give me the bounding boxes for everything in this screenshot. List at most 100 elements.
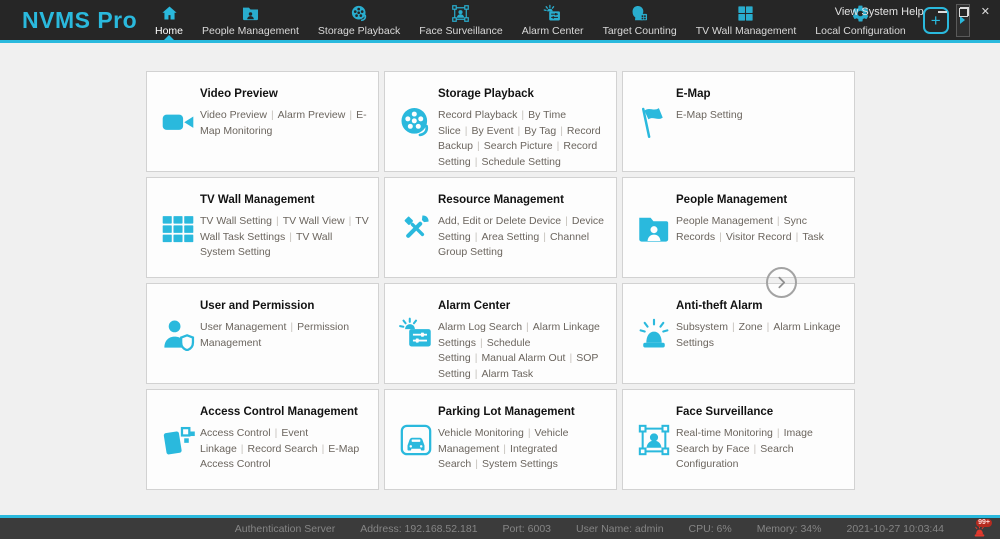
alarm-panel-icon [543, 4, 562, 23]
card-title: Access Control Management [200, 406, 370, 418]
tab-storage-playback-label: Storage Playback [318, 25, 400, 37]
chevron-right-icon [775, 276, 788, 289]
link-separator: | [528, 427, 531, 439]
card-link[interactable]: Real-time Monitoring [676, 427, 773, 439]
card-link[interactable]: Record Search [248, 443, 318, 455]
tab-face-surveillance-label: Face Surveillance [419, 25, 502, 37]
card-link[interactable]: TV Wall View [283, 215, 345, 227]
link-separator: | [475, 458, 478, 470]
card-link[interactable]: Visitor Record [726, 231, 792, 243]
link-separator: | [275, 427, 278, 439]
alarm-count-badge: 99+ [976, 519, 992, 527]
tab-tv-wall-management[interactable]: TV Wall Management [693, 4, 800, 37]
link-separator: | [475, 156, 478, 168]
card-link[interactable]: People Management [676, 215, 773, 227]
card-link[interactable]: Task [802, 231, 824, 243]
card-resource-management: Resource Management Add, Edit or Delete … [384, 177, 617, 278]
minimize-icon [938, 11, 947, 13]
card-title: Video Preview [200, 88, 370, 100]
link-separator: | [732, 321, 735, 333]
close-button[interactable]: ✕ [981, 7, 990, 18]
card-links: Access Control|Event Linkage|Record Sear… [200, 426, 370, 473]
alarm-notification-button[interactable]: 99+ [970, 519, 990, 539]
video-camera-icon [160, 104, 196, 140]
card-alarm-center: Alarm Center Alarm Log Search|Alarm Link… [384, 283, 617, 384]
card-link[interactable]: Vehicle Monitoring [438, 427, 524, 439]
card-link[interactable]: Add, Edit or Delete Device [438, 215, 561, 227]
card-link[interactable]: Email Settings [487, 383, 554, 384]
face-frame-icon [636, 422, 672, 458]
card-link[interactable]: Alarm Preview [278, 109, 346, 121]
link-separator: | [289, 231, 292, 243]
access-card-icon [160, 422, 196, 458]
nav-tabs: Home People Management Storage Playback … [152, 0, 909, 40]
window-controls: ✕ [938, 7, 990, 18]
siren-icon [636, 316, 672, 352]
card-link[interactable]: User Management [200, 321, 286, 333]
card-video-preview: Video Preview Video Preview |Alarm Previe… [146, 71, 379, 172]
tab-target-counting-label: Target Counting [603, 25, 677, 37]
card-link[interactable]: Manual Alarm Out [481, 352, 565, 364]
link-separator: | [475, 352, 478, 364]
card-link[interactable]: Subsystem [676, 321, 728, 333]
card-link[interactable]: By Event [472, 125, 514, 137]
tab-alarm-center[interactable]: Alarm Center [519, 4, 587, 37]
card-link[interactable]: By Tag [524, 125, 556, 137]
tab-storage-playback[interactable]: Storage Playback [315, 4, 403, 37]
card-title: E-Map [676, 88, 846, 100]
link-separator: | [349, 109, 352, 121]
car-icon [398, 422, 434, 458]
link-separator: | [526, 321, 529, 333]
link-separator: | [543, 231, 546, 243]
tab-face-surveillance[interactable]: Face Surveillance [416, 4, 505, 37]
link-separator: | [560, 125, 563, 137]
link-separator: | [503, 443, 506, 455]
card-link[interactable]: Access Control [200, 427, 271, 439]
tab-alarm-center-label: Alarm Center [522, 25, 584, 37]
view-system-help-link[interactable]: View System Help [835, 6, 924, 18]
card-links: People Management|Sync Records|Visitor R… [676, 214, 846, 245]
card-user-and-permission: User and Permission User Management|Perm… [146, 283, 379, 384]
minimize-button[interactable] [938, 11, 947, 13]
card-title: Parking Lot Management [438, 406, 608, 418]
memory-usage: Memory: 34% [757, 523, 822, 535]
card-link[interactable]: Schedule Setting [481, 156, 560, 168]
card-link[interactable]: Zone [739, 321, 763, 333]
next-page-button[interactable] [766, 267, 797, 298]
feature-cards-grid: Video Preview Video Preview|Alarm Previe… [146, 71, 855, 490]
link-separator: | [480, 383, 483, 384]
link-separator: | [796, 231, 799, 243]
card-link[interactable]: System Settings [482, 458, 558, 470]
link-separator: | [754, 443, 757, 455]
restore-button[interactable] [959, 7, 969, 17]
tab-people-management-label: People Management [202, 25, 299, 37]
user-name: User Name: admin [576, 523, 664, 535]
people-folder-icon [636, 210, 672, 246]
link-separator: | [290, 321, 293, 333]
tab-people-management[interactable]: People Management [199, 4, 302, 37]
link-separator: | [241, 443, 244, 455]
card-link[interactable]: Area Setting [481, 231, 539, 243]
card-links: TV Wall Setting|TV Wall View|TV Wall Tas… [200, 214, 370, 261]
link-separator: | [518, 125, 521, 137]
cpu-usage: CPU: 6% [689, 523, 732, 535]
card-title: Alarm Center [438, 300, 608, 312]
card-link[interactable]: Alarm Log Search [438, 321, 522, 333]
card-access-control-management: Access Control Management Access Control… [146, 389, 379, 490]
top-navigation-bar: NVMS Pro Home People Management Storage … [0, 0, 1000, 40]
link-separator: | [480, 337, 483, 349]
tab-target-counting[interactable]: Target Counting [600, 4, 680, 37]
card-title: TV Wall Management [200, 194, 370, 206]
card-link[interactable]: Record Playback [438, 109, 517, 121]
tools-icon [398, 210, 434, 246]
tab-home[interactable]: Home [152, 4, 186, 37]
film-reel-icon [350, 4, 369, 23]
card-link[interactable]: Video Preview [200, 109, 267, 121]
restore-icon [959, 7, 969, 17]
card-link[interactable]: E-Map Setting [676, 109, 743, 121]
card-links: Record Playback|By Time Slice|By Event|B… [438, 108, 608, 170]
card-link[interactable]: TV Wall Setting [200, 215, 272, 227]
card-links: Alarm Log Search|Alarm Linkage Settings|… [438, 320, 608, 384]
card-link[interactable]: Search Picture [484, 140, 553, 152]
card-links: Add, Edit or Delete Device|Device Settin… [438, 214, 608, 261]
